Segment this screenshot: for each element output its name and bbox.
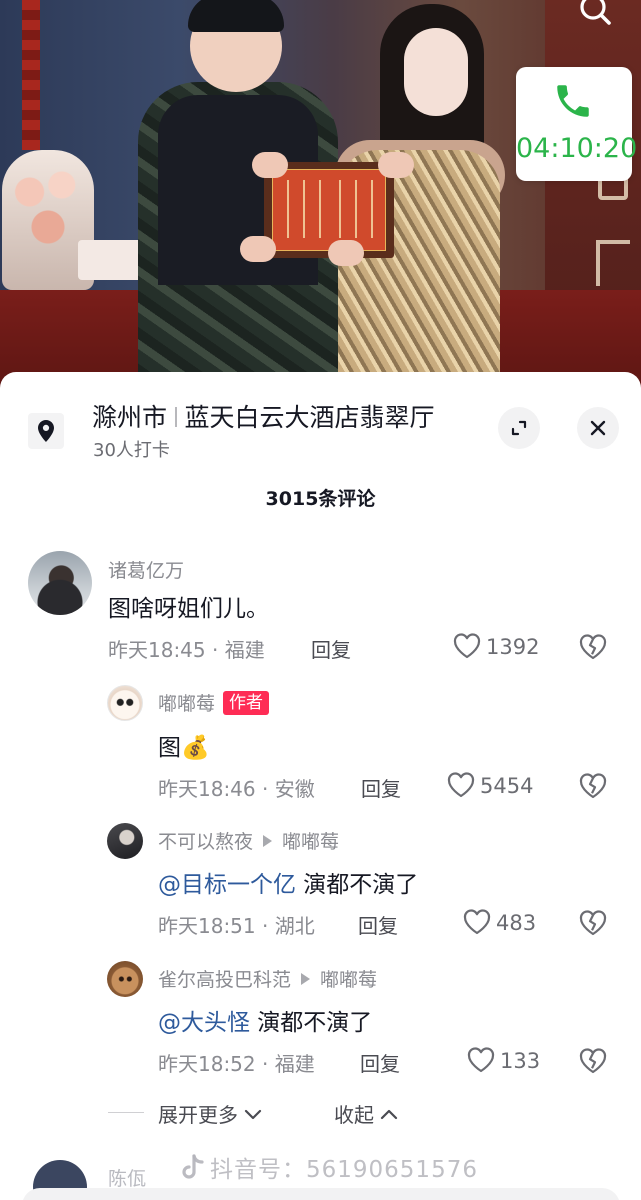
search-icon[interactable] <box>578 0 614 30</box>
mention-link[interactable]: @大头怪 <box>158 1010 250 1036</box>
divider-line <box>108 1112 144 1113</box>
comment-text: 图💰 <box>158 735 210 761</box>
comment-body: 演都不演了 <box>250 1010 373 1036</box>
expand-button[interactable] <box>498 407 540 449</box>
person-woman-face <box>404 28 468 116</box>
reply-arrow-icon <box>263 835 273 847</box>
hand <box>328 240 364 266</box>
avatar[interactable] <box>107 685 143 721</box>
video-frame[interactable] <box>0 0 641 400</box>
like-button[interactable]: 1392 <box>452 632 539 660</box>
author-name: 嘟嘟莓 <box>158 693 216 715</box>
reply-arrow-icon <box>301 973 311 985</box>
hand <box>378 152 414 178</box>
backdrop-character <box>596 240 630 286</box>
comment-author[interactable]: 陈佤 <box>108 1164 146 1191</box>
author-name: 不可以熬夜 <box>158 831 254 853</box>
location-venue: 蓝天白云大酒店翡翠厅 <box>184 403 435 432</box>
avatar[interactable] <box>28 551 92 615</box>
hand <box>240 236 276 262</box>
collapse-button[interactable]: 收起 <box>334 1099 398 1128</box>
heart-icon <box>447 772 475 798</box>
thread-controls: 展开更多 收起 <box>0 1099 641 1129</box>
like-button[interactable]: 5454 <box>446 771 533 799</box>
certificate <box>272 169 386 251</box>
comment-sheet: 滁州市 蓝天白云大酒店翡翠厅 30人打卡 3015条评论 诸葛亿万 图啥呀姐们儿。… <box>0 372 641 1200</box>
comment-input[interactable] <box>22 1188 620 1200</box>
call-timer: 04:10:20 <box>516 133 638 164</box>
broken-heart-icon <box>579 1048 607 1074</box>
location-pin-icon <box>28 413 64 449</box>
close-button[interactable] <box>577 407 619 449</box>
expand-icon <box>511 420 527 436</box>
like-count: 483 <box>496 911 537 935</box>
reply-item: 雀尔高投巴科范 嘟嘟莓 @大头怪 演都不演了 昨天18:52 · 福建 回复 13… <box>0 958 641 1078</box>
dislike-button[interactable] <box>578 633 608 665</box>
avatar[interactable] <box>107 823 143 859</box>
heart-icon <box>467 1047 495 1073</box>
comment-author[interactable]: 嘟嘟莓 作者 <box>158 689 270 716</box>
heart-icon <box>453 633 481 659</box>
reply-button[interactable]: 回复 <box>361 773 401 802</box>
location-checkins: 30人打卡 <box>93 440 170 461</box>
location-title[interactable]: 滁州市 蓝天白云大酒店翡翠厅 <box>92 398 435 434</box>
comment-text: @目标一个亿 演都不演了 <box>158 865 418 899</box>
location-divider <box>175 407 177 427</box>
comment-author[interactable]: 不可以熬夜 嘟嘟莓 <box>158 827 339 854</box>
location-city: 滁州市 <box>92 403 168 432</box>
comment-body: 演都不演了 <box>296 872 419 898</box>
comment-meta: 昨天18:51 · 湖北 <box>158 914 315 938</box>
watermark: 抖音号：56190651576 <box>180 1150 478 1184</box>
reply-button[interactable]: 回复 <box>311 634 351 663</box>
dislike-button[interactable] <box>578 909 608 941</box>
author-name: 雀尔高投巴科范 <box>158 969 292 991</box>
comment-text: 图啥呀姐们儿。 <box>108 596 269 622</box>
like-count: 5454 <box>480 774 534 798</box>
like-count: 1392 <box>486 635 540 659</box>
comment-author[interactable]: 雀尔高投巴科范 嘟嘟莓 <box>158 965 377 992</box>
reply-item: 不可以熬夜 嘟嘟莓 @目标一个亿 演都不演了 昨天18:51 · 湖北 回复 48… <box>0 820 641 940</box>
like-button[interactable]: 483 <box>462 908 536 936</box>
comment-meta: 昨天18:46 · 安徽 <box>158 777 315 801</box>
comment-meta: 昨天18:45 · 福建 <box>108 638 265 662</box>
reply-button[interactable]: 回复 <box>358 910 398 939</box>
comment-author[interactable]: 诸葛亿万 <box>108 556 184 583</box>
mention-link[interactable]: @目标一个亿 <box>158 872 296 898</box>
watermark-text: 抖音号：56190651576 <box>210 1157 478 1183</box>
reply-button[interactable]: 回复 <box>360 1048 400 1077</box>
reply-to-name: 嘟嘟莓 <box>282 831 340 853</box>
comment-count: 3015条评论 <box>265 488 376 510</box>
chevron-up-icon <box>381 1109 398 1120</box>
dislike-button[interactable] <box>578 1047 608 1079</box>
reply-item: 嘟嘟莓 作者 图💰 昨天18:46 · 安徽 回复 5454 <box>0 682 641 802</box>
author-badge: 作者 <box>223 691 270 715</box>
broken-heart-icon <box>579 910 607 936</box>
avatar[interactable] <box>107 961 143 997</box>
douyin-logo-icon <box>182 1154 204 1179</box>
expand-more-label: 展开更多 <box>158 1103 238 1127</box>
expand-more-button[interactable]: 展开更多 <box>158 1099 262 1128</box>
comment-meta: 昨天18:52 · 福建 <box>158 1052 315 1076</box>
chevron-down-icon <box>245 1109 262 1120</box>
person-man-hair <box>188 0 284 32</box>
broken-heart-icon <box>579 773 607 799</box>
like-count: 133 <box>500 1049 541 1073</box>
close-icon <box>590 420 606 436</box>
reply-to-name: 嘟嘟莓 <box>320 969 378 991</box>
collapse-label: 收起 <box>334 1103 374 1127</box>
comment-text: @大头怪 演都不演了 <box>158 1003 372 1037</box>
heart-icon <box>463 909 491 935</box>
dislike-button[interactable] <box>578 772 608 804</box>
hand <box>252 152 288 178</box>
decor-pillar <box>22 0 40 150</box>
call-timer-card[interactable]: 04:10:20 <box>516 67 638 181</box>
like-button[interactable]: 133 <box>466 1046 540 1074</box>
phone-icon <box>552 80 594 122</box>
comment-item: 诸葛亿万 图啥呀姐们儿。 昨天18:45 · 福建 回复 1392 <box>0 548 641 668</box>
broken-heart-icon <box>579 634 607 660</box>
